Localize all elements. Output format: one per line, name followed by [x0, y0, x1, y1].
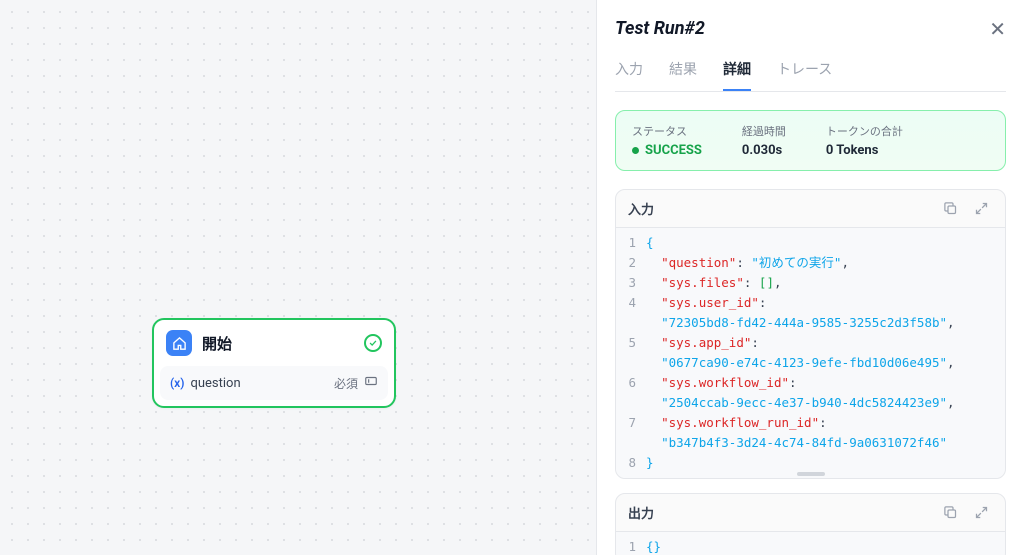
panel-tabs: 入力 結果 詳細 トレース — [615, 59, 1006, 92]
input-section-title: 入力 — [628, 199, 654, 218]
required-label: 必須 — [334, 375, 358, 392]
expand-icon[interactable] — [970, 199, 993, 218]
status-value: SUCCESS — [632, 143, 702, 158]
output-section: 出力 1 {} — [615, 493, 1006, 555]
tab-detail[interactable]: 詳細 — [723, 59, 751, 91]
resize-handle-icon[interactable] — [797, 472, 825, 476]
text-field-icon — [364, 374, 378, 392]
copy-icon[interactable] — [939, 503, 962, 522]
elapsed-value: 0.030s — [742, 143, 786, 158]
input-section: 入力 1 2 3 4 5 6 7 8 — [615, 189, 1006, 479]
input-json-text: { "question": "初めての実行", "sys.files": [],… — [644, 228, 965, 478]
variable-name: question — [190, 376, 328, 391]
line-gutter: 1 — [616, 532, 644, 555]
node-variable-row[interactable]: (x) question 必須 — [160, 366, 388, 400]
output-code[interactable]: 1 {} — [616, 531, 1005, 555]
home-icon — [166, 330, 192, 356]
status-label: ステータス — [632, 123, 702, 139]
panel-title: Test Run#2 — [615, 18, 705, 39]
tokens-value: 0 Tokens — [826, 143, 903, 158]
tokens-label: トークンの合計 — [826, 123, 903, 139]
workflow-canvas[interactable]: 開始 (x) question 必須 — [0, 0, 596, 555]
status-box: ステータス SUCCESS 経過時間 0.030s トークンの合計 0 Toke… — [615, 110, 1006, 171]
detail-panel: Test Run#2 ✕ 入力 結果 詳細 トレース ステータス SUCCESS… — [596, 0, 1024, 555]
copy-icon[interactable] — [939, 199, 962, 218]
tab-trace[interactable]: トレース — [777, 59, 832, 91]
input-code[interactable]: 1 2 3 4 5 6 7 8 { "question": "初めての実行", … — [616, 227, 1005, 478]
expand-icon[interactable] — [970, 503, 993, 522]
start-node[interactable]: 開始 (x) question 必須 — [152, 318, 396, 408]
status-dot-icon — [632, 147, 639, 154]
output-section-title: 出力 — [628, 503, 654, 522]
output-json-text: {} — [644, 532, 671, 555]
close-icon[interactable]: ✕ — [989, 19, 1006, 39]
tab-result[interactable]: 結果 — [669, 59, 697, 91]
line-gutter: 1 2 3 4 5 6 7 8 — [616, 228, 644, 478]
variable-badge: (x) — [170, 376, 184, 390]
node-title: 開始 — [202, 333, 354, 354]
check-icon — [364, 334, 382, 352]
elapsed-label: 経過時間 — [742, 123, 786, 139]
tab-input[interactable]: 入力 — [615, 59, 643, 91]
node-header: 開始 — [154, 320, 394, 366]
